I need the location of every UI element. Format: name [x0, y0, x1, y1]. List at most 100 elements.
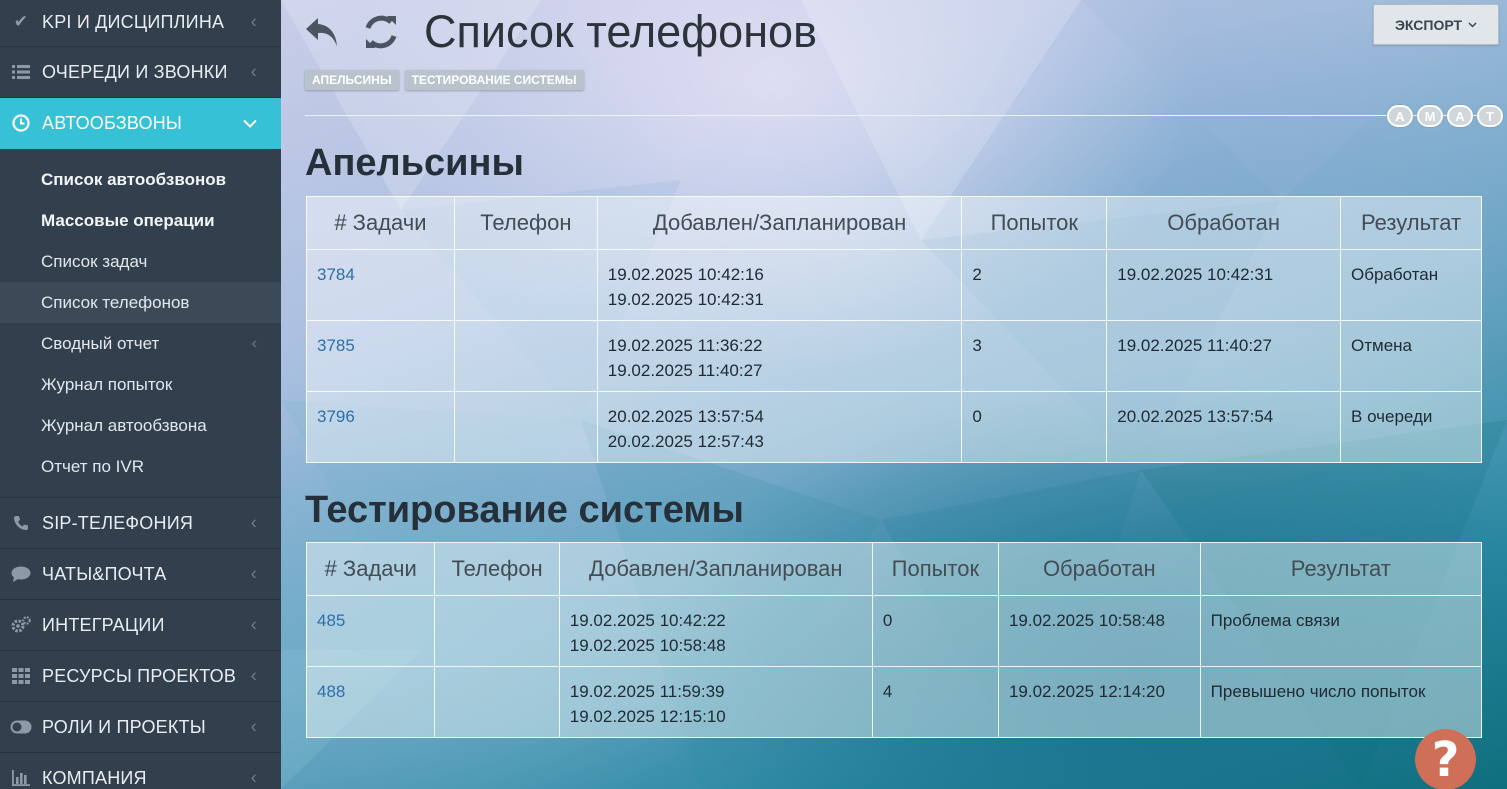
submenu-item-task-list[interactable]: Список задач [0, 241, 281, 282]
planned-time: 20.02.2025 12:57:43 [607, 432, 764, 451]
column-header[interactable]: Добавлен/Запланирован [596, 196, 963, 250]
table-header-row: # Задачи Телефон Добавлен/Запланирован П… [306, 196, 1482, 250]
table-row: 485 19.02.2025 10:42:22 19.02.2025 10:58:… [305, 595, 1483, 667]
submenu-label: Журнал попыток [41, 374, 173, 394]
column-header[interactable]: Телефон [453, 196, 598, 250]
chevron-left-icon: ‹ [250, 665, 257, 686]
sidebar-item-label: KPI И ДИСЦИПЛИНА [42, 11, 225, 32]
phone-cell [434, 666, 560, 738]
column-header[interactable]: # Задачи [306, 196, 455, 250]
avatar[interactable]: T [1477, 105, 1503, 127]
task-id-cell: 3784 [306, 249, 455, 321]
sidebar-item-integrations[interactable]: ИНТЕГРАЦИИ ‹ [0, 600, 281, 651]
submenu-item-attempts-log[interactable]: Журнал попыток [0, 364, 281, 405]
added-planned-cell: 19.02.2025 10:42:22 19.02.2025 10:58:48 [558, 595, 873, 667]
column-header[interactable]: Добавлен/Запланирован [558, 542, 873, 596]
export-label: ЭКСПОРТ [1394, 16, 1463, 33]
chevron-left-icon: ‹ [250, 61, 257, 82]
avatar[interactable]: A [1387, 105, 1413, 127]
sidebar: ✔ KPI И ДИСЦИПЛИНА ‹ ОЧЕРЕДИ И ЗВОНКИ ‹ … [0, 0, 281, 789]
added-time: 19.02.2025 11:36:22 [607, 336, 763, 355]
sidebar-item-roles[interactable]: РОЛИ И ПРОЕКТЫ ‹ [0, 702, 281, 753]
submenu-item-ivr-report[interactable]: Отчет по IVR [0, 446, 281, 487]
divider [305, 115, 1495, 116]
autodial-submenu: Список автообзвонов Массовые операции Сп… [0, 149, 281, 498]
submenu-item-mass-operations[interactable]: Массовые операции [0, 200, 281, 241]
submenu-label: Массовые операции [41, 210, 215, 230]
column-header[interactable]: Результат [1199, 542, 1483, 596]
task-link[interactable]: 485 [317, 611, 345, 630]
export-button[interactable]: ЭКСПОРТ [1373, 4, 1499, 45]
column-header[interactable]: Телефон [434, 542, 560, 596]
chevron-down-icon [1468, 21, 1477, 28]
planned-time: 19.02.2025 12:15:10 [569, 707, 726, 726]
avatar[interactable]: M [1417, 105, 1443, 127]
sidebar-item-label: РОЛИ И ПРОЕКТЫ [42, 716, 206, 737]
processed-cell: 20.02.2025 13:57:54 [1106, 391, 1342, 463]
help-button[interactable]: ? [1415, 729, 1476, 789]
table-row: 3796 20.02.2025 13:57:54 20.02.2025 12:57… [306, 391, 1482, 463]
added-time: 19.02.2025 11:59:39 [569, 682, 725, 701]
back-icon[interactable] [303, 12, 343, 52]
table-row: 3784 19.02.2025 10:42:16 19.02.2025 10:42… [306, 249, 1482, 321]
task-id-cell: 485 [305, 595, 436, 667]
refresh-icon[interactable] [361, 12, 401, 52]
phone-cell [434, 595, 560, 667]
submenu-label: Отчет по IVR [41, 456, 144, 476]
avatar[interactable]: A [1447, 105, 1473, 127]
attempts-cell: 2 [961, 249, 1108, 321]
main-content: Список телефонов АПЕЛЬСИНЫ ТЕСТИРОВАНИЕ … [281, 0, 1507, 789]
submenu-label: Список автообзвонов [41, 169, 227, 189]
sidebar-item-sip[interactable]: SIP-ТЕЛЕФОНИЯ ‹ [0, 498, 281, 549]
phone-cell [453, 249, 598, 321]
sidebar-item-label: SIP-ТЕЛЕФОНИЯ [42, 512, 194, 533]
column-header[interactable]: # Задачи [305, 542, 436, 596]
submenu-label: Список телефонов [41, 292, 190, 312]
section-title-system-testing: Тестирование системы [305, 489, 744, 531]
submenu-label: Журнал автообзвона [41, 415, 207, 435]
attempts-cell: 3 [961, 320, 1108, 392]
sidebar-item-queues[interactable]: ОЧЕРЕДИ И ЗВОНКИ ‹ [0, 47, 281, 98]
sidebar-item-company[interactable]: КОМПАНИЯ ‹ [0, 753, 281, 789]
crumb-oranges[interactable]: АПЕЛЬСИНЫ [305, 70, 399, 90]
breadcrumb: АПЕЛЬСИНЫ ТЕСТИРОВАНИЕ СИСТЕМЫ [305, 70, 584, 90]
column-header[interactable]: Обработан [997, 542, 1201, 596]
task-link[interactable]: 3796 [317, 407, 355, 426]
processed-cell: 19.02.2025 12:14:20 [997, 666, 1201, 738]
table-row: 488 19.02.2025 11:59:39 19.02.2025 12:15:… [305, 666, 1483, 738]
chevron-left-icon: ‹ [250, 512, 257, 533]
column-header[interactable]: Обработан [1106, 196, 1342, 250]
chevron-left-icon: ‹ [250, 767, 257, 788]
planned-time: 19.02.2025 11:40:27 [607, 361, 763, 380]
sidebar-item-autodial[interactable]: АВТООБЗВОНЫ [0, 98, 281, 149]
processed-cell: 19.02.2025 11:40:27 [1106, 320, 1342, 392]
submenu-item-autodial-list[interactable]: Список автообзвонов [0, 159, 281, 200]
column-header[interactable]: Попыток [961, 196, 1108, 250]
sidebar-item-chats[interactable]: ЧАТЫ&ПОЧТА ‹ [0, 549, 281, 600]
task-link[interactable]: 3784 [317, 265, 355, 284]
attempts-cell: 4 [871, 666, 999, 738]
submenu-item-autodial-log[interactable]: Журнал автообзвона [0, 405, 281, 446]
grid-icon [10, 665, 32, 687]
table-header-row: # Задачи Телефон Добавлен/Запланирован П… [305, 542, 1483, 596]
submenu-item-summary-report[interactable]: Сводный отчет ‹ [0, 323, 281, 364]
crumb-system-testing[interactable]: ТЕСТИРОВАНИЕ СИСТЕМЫ [404, 70, 584, 90]
phone-cell [453, 391, 598, 463]
added-time: 19.02.2025 10:42:22 [569, 611, 726, 630]
task-link[interactable]: 488 [317, 682, 345, 701]
planned-time: 19.02.2025 10:42:31 [607, 290, 764, 309]
added-time: 19.02.2025 10:42:16 [607, 265, 764, 284]
submenu-item-phone-list[interactable]: Список телефонов [0, 282, 281, 323]
column-header[interactable]: Попыток [871, 542, 999, 596]
chevron-left-icon: ‹ [250, 716, 257, 737]
header-actions [303, 12, 401, 52]
task-link[interactable]: 3785 [317, 336, 355, 355]
result-cell: Превышено число попыток [1199, 666, 1483, 738]
sidebar-item-kpi[interactable]: ✔ KPI И ДИСЦИПЛИНА ‹ [0, 0, 281, 47]
task-id-cell: 488 [305, 666, 436, 738]
user-avatars: A M A T [1387, 105, 1503, 127]
attempts-cell: 0 [871, 595, 999, 667]
column-header[interactable]: Результат [1340, 196, 1482, 250]
section-title-oranges: Апельсины [305, 142, 524, 184]
sidebar-item-resources[interactable]: РЕСУРСЫ ПРОЕКТОВ ‹ [0, 651, 281, 702]
